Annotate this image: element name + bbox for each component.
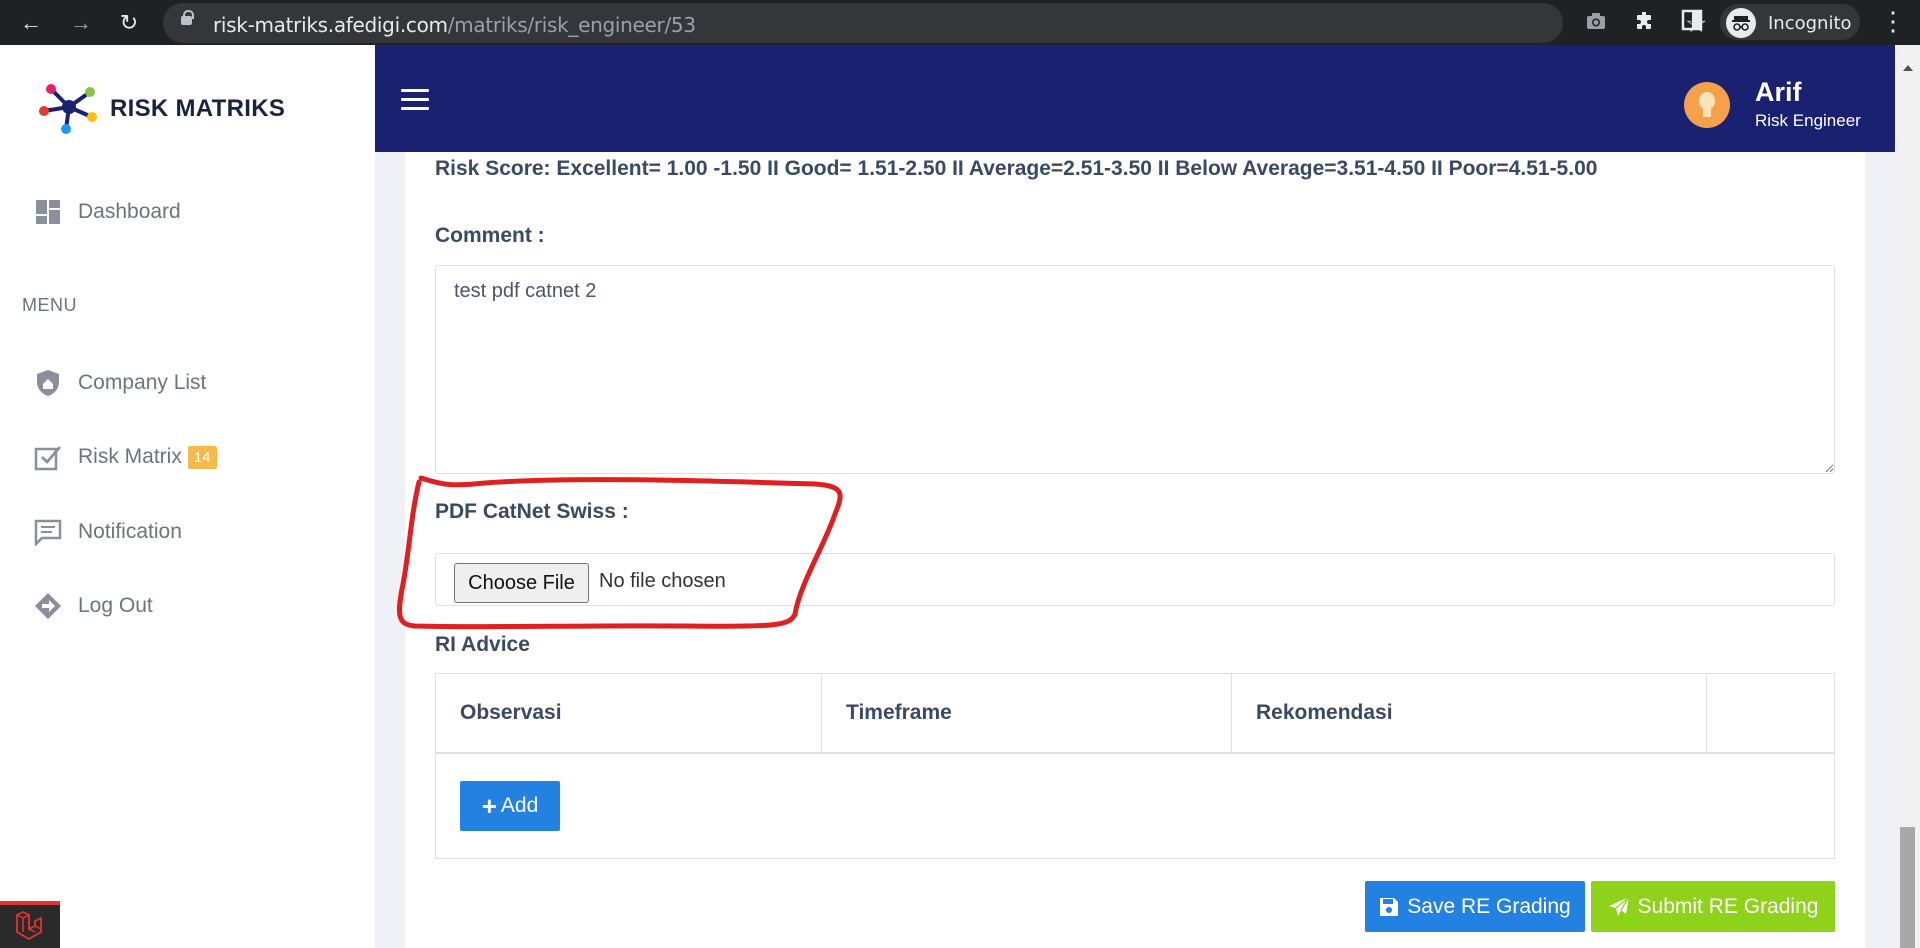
message-icon xyxy=(34,518,62,546)
column-header-actions xyxy=(1707,674,1834,752)
scrollbar-thumb[interactable] xyxy=(1900,827,1915,948)
submit-button-label: Submit RE Grading xyxy=(1637,894,1819,918)
column-header-observasi: Observasi xyxy=(436,674,822,752)
incognito-icon xyxy=(1726,8,1756,38)
shield-home-icon xyxy=(34,369,62,397)
pdf-catnet-label: PDF CatNet Swiss : xyxy=(435,500,629,523)
user-avatar[interactable] xyxy=(1684,82,1730,128)
laravel-icon xyxy=(14,910,44,941)
floppy-disk-icon xyxy=(1379,897,1399,917)
hamburger-menu-icon[interactable] xyxy=(401,89,429,111)
save-button-label: Save RE Grading xyxy=(1407,894,1571,918)
user-role: Risk Engineer xyxy=(1755,111,1861,130)
sidebar-item-log-out[interactable]: Log Out xyxy=(34,586,354,626)
reload-icon[interactable]: ↻ xyxy=(114,8,144,38)
debugbar-accent xyxy=(0,901,60,905)
menu-section-label: MENU xyxy=(22,295,77,315)
camera-icon[interactable] xyxy=(1582,9,1610,37)
ri-advice-header-row: Observasi Timeframe Rekomendasi xyxy=(436,674,1834,754)
ri-advice-table: Observasi Timeframe Rekomendasi + Add xyxy=(435,673,1835,859)
url-host: risk-matriks.afedigi.com xyxy=(213,13,448,37)
sidebar-item-label: Company List xyxy=(78,371,207,394)
url-path: /matriks/risk_engineer/53 xyxy=(447,13,696,37)
dashboard-icon xyxy=(34,198,62,226)
column-header-rekomendasi: Rekomendasi xyxy=(1232,674,1707,752)
url-text[interactable]: risk-matriks.afedigi.com/matriks/risk_en… xyxy=(213,13,696,37)
sidebar-item-label: Log Out xyxy=(78,594,153,617)
top-navbar: Arif Risk Engineer xyxy=(375,45,1895,152)
sidebar: RISK MATRIKS Dashboard MENU Company List… xyxy=(0,45,375,948)
grading-form-card: Risk Score: Excellent= 1.00 -1.50 II Goo… xyxy=(396,152,1865,948)
paper-plane-icon xyxy=(1608,896,1630,918)
risk-matrix-count-badge: 14 xyxy=(187,445,217,469)
back-icon[interactable]: ← xyxy=(16,8,46,38)
sidebar-item-label: Dashboard xyxy=(78,200,181,223)
extensions-icon[interactable] xyxy=(1630,9,1658,37)
brand-name: RISK MATRIKS xyxy=(110,95,286,122)
sidebar-item-notification[interactable]: Notification xyxy=(34,512,354,552)
more-icon[interactable]: ⋮ xyxy=(1880,6,1906,37)
comment-label: Comment : xyxy=(435,224,545,247)
choose-file-button[interactable]: Choose File xyxy=(454,563,589,603)
comment-textarea[interactable]: test pdf catnet 2 xyxy=(435,265,1835,474)
sidebar-item-risk-matrix[interactable]: Risk Matrix 14 xyxy=(34,437,354,477)
page-scrollbar[interactable] xyxy=(1895,45,1920,948)
sidebar-item-label: Notification xyxy=(78,520,182,543)
sidebar-item-dashboard[interactable]: Dashboard xyxy=(34,192,354,232)
submit-re-grading-button[interactable]: Submit RE Grading xyxy=(1591,881,1835,932)
sidebar-item-label: Risk Matrix xyxy=(78,445,182,468)
add-button-label: Add xyxy=(500,794,539,817)
incognito-label: Incognito xyxy=(1768,13,1852,34)
exit-icon xyxy=(34,592,62,620)
save-re-grading-button[interactable]: Save RE Grading xyxy=(1365,881,1585,932)
address-bar[interactable]: risk-matriks.afedigi.com/matriks/risk_en… xyxy=(163,3,1707,43)
side-panel-icon[interactable] xyxy=(1678,9,1706,37)
file-status-text: No file chosen xyxy=(599,570,726,592)
user-name[interactable]: Arif xyxy=(1755,77,1802,108)
checkbox-icon xyxy=(34,443,62,471)
risk-score-legend: Risk Score: Excellent= 1.00 -1.50 II Goo… xyxy=(435,157,1598,180)
lock-icon[interactable] xyxy=(181,10,194,25)
pdf-file-input[interactable]: Choose File No file chosen xyxy=(435,553,1835,606)
browser-toolbar: ← → ↻ risk-matriks.afedigi.com/matriks/r… xyxy=(0,0,1920,45)
add-advice-button[interactable]: + Add xyxy=(460,781,560,831)
incognito-profile[interactable]: Incognito xyxy=(1720,4,1860,40)
network-logo-icon xyxy=(39,84,97,134)
ri-advice-label: RI Advice xyxy=(435,633,530,656)
scroll-up-arrow-icon[interactable] xyxy=(1903,65,1913,71)
forward-icon[interactable]: → xyxy=(66,8,96,38)
sidebar-item-company-list[interactable]: Company List xyxy=(34,363,354,403)
debugbar-toggle[interactable] xyxy=(0,901,60,948)
column-header-timeframe: Timeframe xyxy=(822,674,1232,752)
plus-icon: + xyxy=(481,791,497,821)
